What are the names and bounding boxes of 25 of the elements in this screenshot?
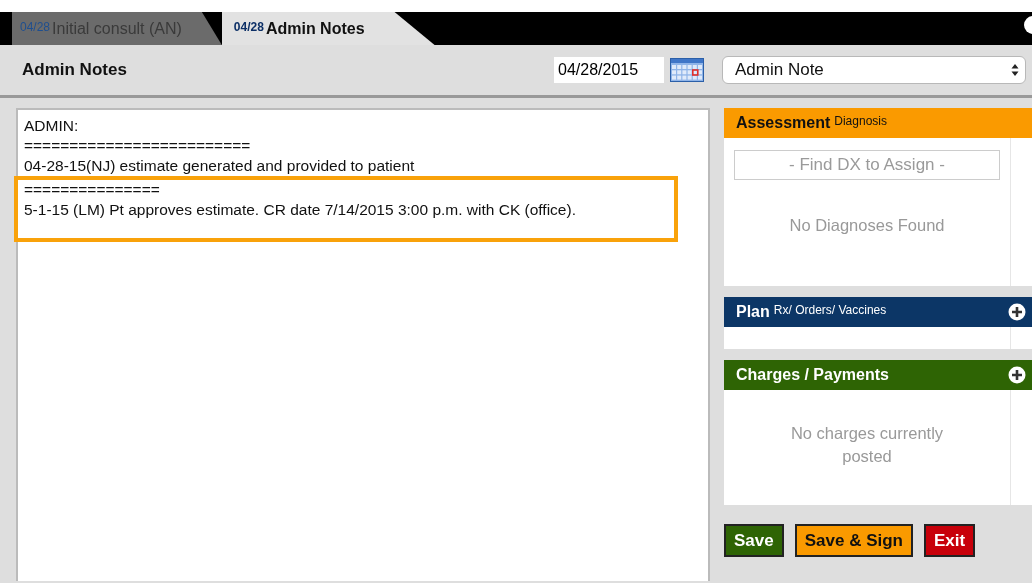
action-button[interactable]: Save xyxy=(724,524,784,557)
note-line: 04-28-15(NJ) estimate generated and provided to patient xyxy=(24,156,416,176)
action-button[interactable]: Save & Sign xyxy=(794,524,913,557)
panel-subtitle: Rx/ Orders/ Vaccines xyxy=(773,302,887,317)
note-line: 5-1-15 (LM) Pt approves estimate. CR date 7/14/2015 3:00 p.m. with CK (office). xyxy=(24,200,577,220)
empty-message: No Diagnoses Found xyxy=(788,215,946,236)
add-icon[interactable] xyxy=(1008,366,1026,384)
section-title: Admin Notes xyxy=(22,60,127,80)
up-down-arrows-icon xyxy=(1011,63,1019,77)
note-text-area[interactable]: ADMIN: ========================= 04-28-15(NJ) estimate generated and provided to patient =============== 5-1-15 (LM) Pt approves estimate. CR date 7/14/2015 3:00 p.m. with CK (office). xyxy=(16,108,710,581)
panel-subtitle: Diagnosis xyxy=(834,113,887,128)
panel-title: Charges / Payments xyxy=(736,366,889,384)
empty-message: No charges currently posted xyxy=(789,423,945,467)
panel-title: Plan xyxy=(736,303,770,321)
calendar-icon[interactable] xyxy=(670,58,704,82)
tab[interactable]: 04/28Admin Notes xyxy=(221,12,435,45)
note-line: ========================= xyxy=(24,136,252,156)
add-icon[interactable] xyxy=(1008,303,1026,321)
action-button[interactable]: Exit xyxy=(923,524,976,557)
note-line: ADMIN: xyxy=(24,116,80,136)
panel-title: Assessment xyxy=(736,114,831,132)
date-field[interactable]: 04/28/2015 xyxy=(554,57,664,83)
note-type-dropdown[interactable]: Admin Note xyxy=(722,56,1026,84)
search-field[interactable]: - Find DX to Assign - xyxy=(734,150,1000,180)
note-line: =============== xyxy=(24,180,161,200)
